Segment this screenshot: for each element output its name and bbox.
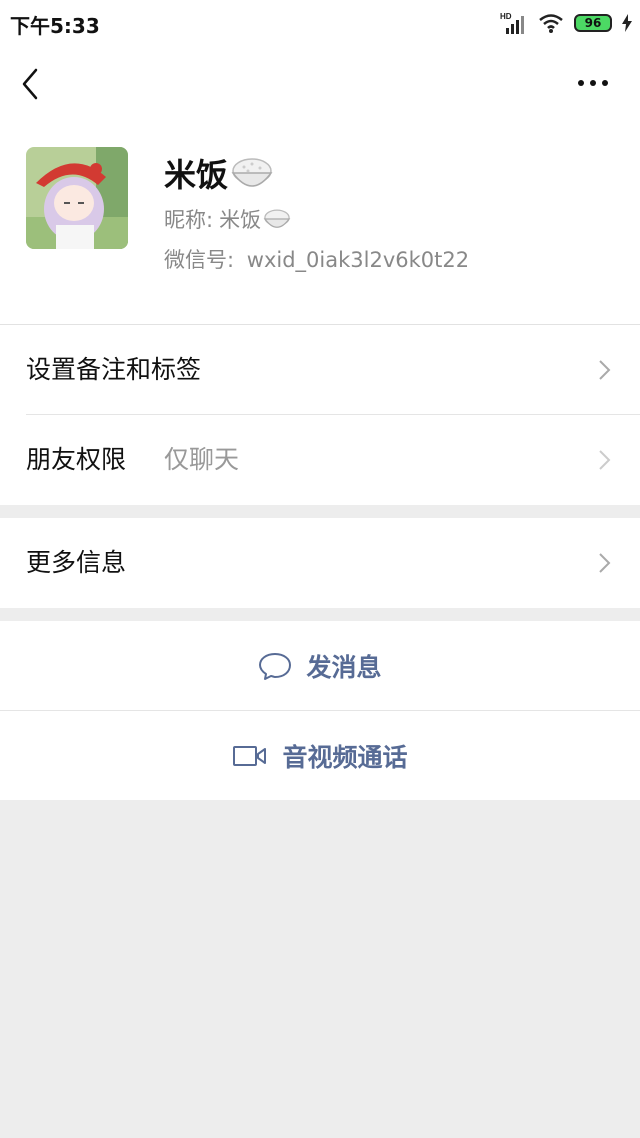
more-button[interactable] <box>578 68 618 98</box>
menu-item-label: 设置备注和标签 <box>26 355 202 384</box>
back-button[interactable] <box>14 64 50 104</box>
more-dots-icon <box>578 80 608 86</box>
status-icons: HD 96 <box>500 10 632 36</box>
menu-item-value: 仅聊天 <box>164 445 240 474</box>
menu-item-label: 更多信息 <box>26 548 127 577</box>
avatar[interactable] <box>26 147 128 249</box>
nickname-label: 昵称: <box>164 208 214 232</box>
wifi-icon <box>539 14 563 33</box>
profile-header: 米饭 昵称: 米饭 微信号: wxid_0iak3l2v6k0t22 <box>0 122 640 324</box>
signal-icon: HD <box>500 12 524 34</box>
wechat-id-label: 微信号: <box>164 248 235 272</box>
menu-item-label: 朋友权限 <box>26 445 127 474</box>
video-call-button[interactable]: 音视频通话 <box>0 711 640 800</box>
chevron-right-icon <box>599 360 611 380</box>
battery-level: 96 <box>584 16 602 30</box>
video-call-label: 音视频通话 <box>282 742 408 772</box>
video-camera-icon <box>233 745 267 766</box>
status-bar: 下午5:33 HD 96 <box>0 0 640 46</box>
name-row: 米饭 <box>164 150 274 196</box>
wechat-id-value: wxid_0iak3l2v6k0t22 <box>246 248 470 272</box>
chevron-right-icon <box>599 450 611 470</box>
chat-bubble-icon <box>259 652 292 680</box>
rice-bowl-icon <box>231 158 273 187</box>
send-message-label: 发消息 <box>306 652 382 682</box>
network-label: HD <box>500 12 512 21</box>
chevron-left-icon <box>22 68 38 100</box>
send-message-button[interactable]: 发消息 <box>0 621 640 710</box>
battery-indicator: 96 <box>574 14 612 32</box>
wechat-id-line: 微信号: wxid_0iak3l2v6k0t22 <box>164 244 469 274</box>
display-name: 米饭 <box>164 156 229 194</box>
menu-item-friend-permissions[interactable]: 朋友权限 仅聊天 <box>0 415 640 505</box>
menu-item-remarks-tags[interactable]: 设置备注和标签 <box>0 325 640 415</box>
charging-icon <box>622 14 632 32</box>
nickname-value: 米饭 <box>219 208 262 232</box>
status-time: 下午5:33 <box>10 14 100 38</box>
chevron-right-icon <box>599 553 611 573</box>
rice-bowl-icon <box>263 209 291 228</box>
navbar <box>0 46 640 122</box>
menu-item-more-info[interactable]: 更多信息 <box>0 518 640 608</box>
nickname-line: 昵称: 米饭 <box>164 204 291 234</box>
